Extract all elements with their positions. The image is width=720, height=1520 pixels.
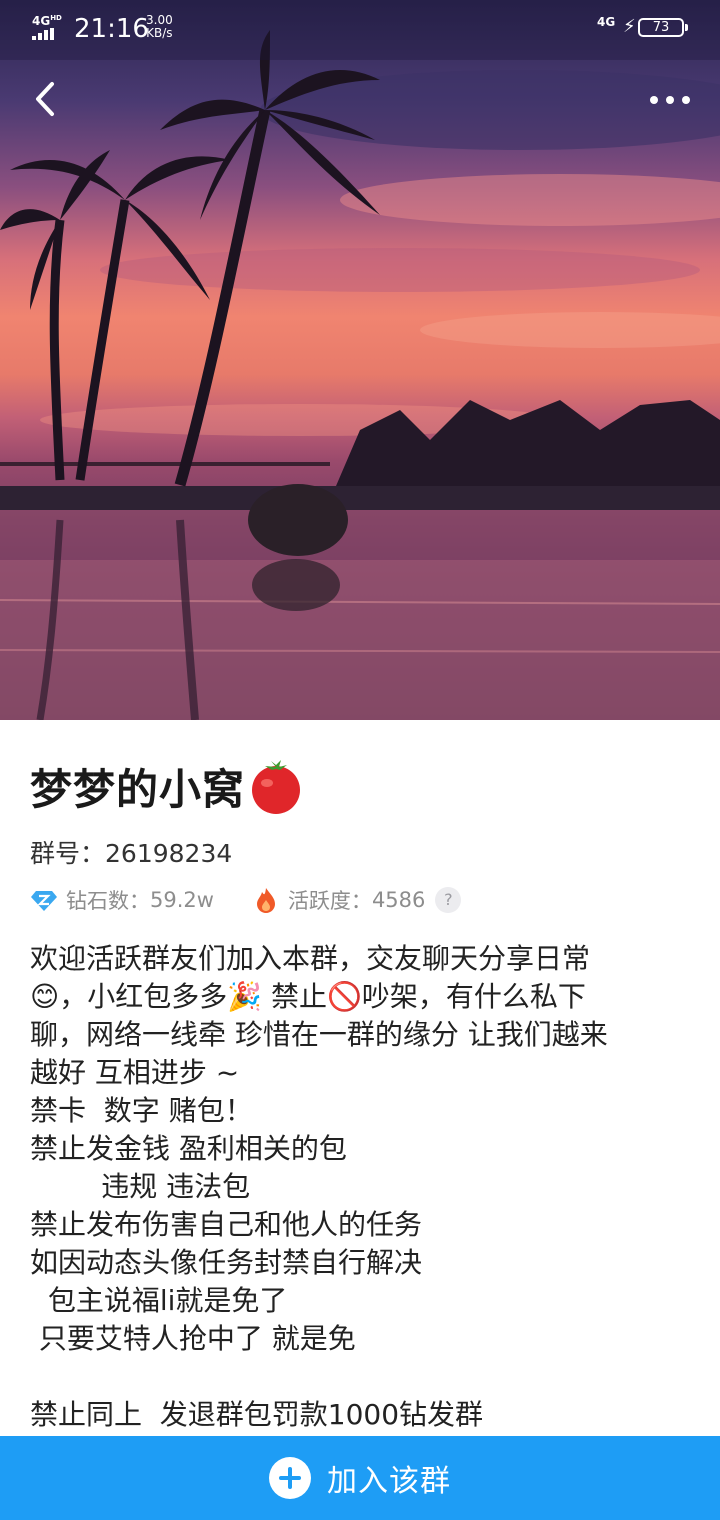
description-line: 违规 违法包: [30, 1170, 251, 1203]
more-dots-icon: [650, 96, 658, 104]
group-id-value: 26198234: [105, 839, 233, 868]
charging-icon: ⚡: [623, 16, 636, 37]
network-speed: 3.00 KB/s: [146, 13, 173, 40]
group-id: 群号：26198234: [30, 834, 232, 870]
network-indicator-right: 4G: [597, 15, 616, 29]
join-group-button[interactable]: 加入该群: [0, 1436, 720, 1520]
description-line: 只要艾特人抢中了 就是免: [30, 1322, 356, 1355]
more-dot: [666, 96, 674, 104]
back-button[interactable]: [30, 80, 70, 120]
clock: 21:16: [74, 14, 149, 44]
group-id-label: 群号：: [30, 839, 106, 868]
group-description: 欢迎活跃群友们加入本群，交友聊天分享日常 😊，小红包多多🎉 禁止🚫吵架，有什么私…: [30, 940, 694, 1434]
chevron-left-icon: [36, 82, 54, 116]
activity-value: 4586: [371, 888, 426, 912]
description-line: 禁止同上 发退群包罚款1000钻发群: [30, 1398, 484, 1431]
flame-icon: [256, 888, 275, 913]
tomato-icon: [252, 760, 301, 814]
more-dot: [682, 96, 690, 104]
description-line: 禁卡 数字 赌包！: [30, 1094, 253, 1127]
diamond-stat: 钻石数： 59.2w: [30, 885, 214, 915]
join-group-label: 加入该群: [327, 1464, 451, 1499]
network-indicator: 4GHD: [32, 14, 62, 28]
help-icon[interactable]: ?: [435, 887, 462, 913]
description-line: 😊，小红包多多🎉 禁止🚫吵架，有什么私下: [30, 980, 586, 1013]
group-stats: 钻石数： 59.2w 活跃度： 4586 ?: [30, 880, 462, 920]
diamond-value: 59.2w: [150, 888, 214, 912]
description-line: 聊，网络一线牵 珍惜在一群的缘分 让我们越来: [30, 1018, 608, 1051]
description-line: 如因动态头像任务封禁自行解决: [30, 1246, 423, 1279]
cover-image: 4GHD 21:16 3.00 KB/s 4G ⚡ 73: [0, 0, 720, 720]
description-line: 欢迎活跃群友们加入本群，交友聊天分享日常: [30, 942, 591, 975]
more-options-button[interactable]: [644, 84, 696, 114]
activity-stat: 活跃度： 4586: [252, 885, 425, 915]
group-title-row: 梦梦的小窝: [30, 756, 305, 816]
signal-icon: [32, 28, 54, 40]
description-line: 包主说福li就是免了: [30, 1284, 288, 1317]
status-bar: 4GHD 21:16 3.00 KB/s 4G ⚡ 73: [0, 0, 720, 56]
description-line: 禁止发布伤害自己和他人的任务: [30, 1208, 423, 1241]
diamond-label: 钻石数：: [66, 889, 150, 913]
diamond-icon: [31, 891, 57, 911]
plus-circle-icon: [269, 1457, 311, 1499]
sunset-palm-scene: [0, 0, 720, 720]
description-line: 越好 互相进步 ~: [30, 1056, 240, 1089]
description-line: 禁止发金钱 盈利相关的包: [30, 1132, 347, 1165]
battery-indicator: 73: [638, 18, 688, 37]
activity-label: 活跃度：: [287, 889, 372, 913]
group-name: 梦梦的小窝: [30, 764, 246, 814]
